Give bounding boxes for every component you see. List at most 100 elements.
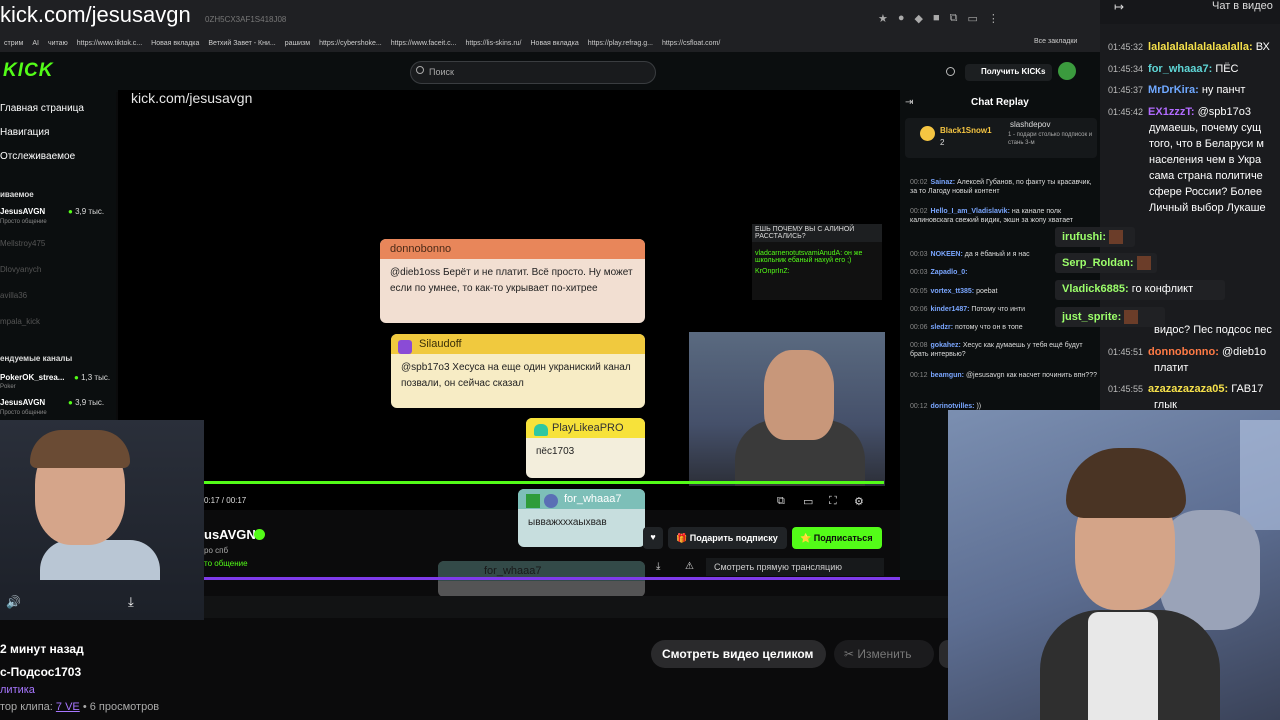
bookmark-item[interactable]: https://lis-skins.ru/: [465, 40, 521, 47]
bookmark-item[interactable]: AI: [32, 40, 39, 47]
notification-icon[interactable]: [946, 67, 955, 76]
extension-icon[interactable]: ■: [933, 12, 940, 25]
get-kicks-button[interactable]: Получить KICKs: [965, 64, 1052, 81]
message-user[interactable]: kinder1487:: [931, 306, 970, 313]
follow-heart-button[interactable]: ♥: [643, 527, 663, 549]
theater-icon[interactable]: ▭: [803, 495, 813, 508]
background-light: [1240, 420, 1280, 530]
kick-logo[interactable]: KICK: [3, 60, 53, 82]
channel-category: Poker: [0, 384, 16, 390]
message-user[interactable]: irufushi:: [1062, 231, 1106, 243]
sidebar-item-browse[interactable]: Навигация: [0, 127, 49, 138]
message-user[interactable]: MrDrKira:: [1148, 84, 1199, 96]
video-chat-message: 01:45:37 MrDrKira: ну панчт: [1108, 82, 1245, 98]
message-user[interactable]: lalalalalalalalaalalla:: [1148, 41, 1253, 53]
watch-full-button[interactable]: Смотреть видео целиком: [651, 640, 826, 668]
message-user: Silaudoff: [391, 334, 645, 354]
sidebar-channel[interactable]: Dlovyanych: [0, 265, 41, 274]
extension-icon[interactable]: ◆: [915, 12, 923, 25]
message-user[interactable]: EX1zzzT:: [1148, 106, 1194, 118]
message-user[interactable]: Hello_I_am_Vladislavik:: [931, 208, 1010, 215]
message-user[interactable]: Sainaz:: [931, 179, 956, 186]
message-user[interactable]: NOKEEN:: [931, 251, 963, 258]
extension-icon[interactable]: ●: [898, 12, 905, 25]
bookmark-item[interactable]: https://play.refrag.g...: [588, 40, 653, 47]
message-text: платит: [1154, 362, 1189, 374]
message-user[interactable]: just_sprite:: [1062, 311, 1121, 323]
bookmark-item[interactable]: Новая вкладка: [531, 40, 579, 47]
pip-icon[interactable]: ⧉: [777, 495, 785, 508]
bookmark-item[interactable]: рашизм: [285, 40, 310, 47]
message-user[interactable]: donnobonno:: [1148, 346, 1219, 358]
bookmark-item[interactable]: https://csfloat.com/: [662, 40, 720, 47]
bookmark-item[interactable]: стрим: [4, 40, 23, 47]
message-user[interactable]: azazazazaza05:: [1148, 383, 1228, 395]
settings-icon[interactable]: ⚙: [854, 495, 864, 508]
bookmark-item[interactable]: https://www.tiktok.c...: [77, 40, 142, 47]
emote-icon: [1136, 256, 1151, 270]
sidebar-channel[interactable]: mpala_kick: [0, 317, 40, 326]
subscribe-button[interactable]: ⭐ Подписаться: [792, 527, 882, 549]
collapse-icon[interactable]: ↦: [1114, 0, 1124, 14]
watch-live-button[interactable]: Смотреть прямую трансляцию: [706, 558, 884, 576]
bookmark-item[interactable]: Новая вкладка: [151, 40, 199, 47]
message-text: ГАВ17: [1231, 383, 1264, 395]
message-user[interactable]: dorinotvilles:: [931, 403, 975, 410]
download-icon[interactable]: ⤓: [656, 561, 660, 572]
clip-category[interactable]: литика: [0, 684, 35, 696]
message-text: ПЁС: [1215, 63, 1239, 75]
message-text: го конфликт: [1131, 283, 1194, 295]
channel-name[interactable]: usAVGN: [204, 527, 256, 542]
mini-chat-line: ЕШЬ ПОЧЕМУ ВЫ С АЛИНОЙ РАССТАЛИСЬ?: [752, 224, 882, 242]
menu-icon[interactable]: ⋮: [988, 12, 999, 25]
puzzle-icon[interactable]: ⧉: [950, 12, 958, 25]
address-bar[interactable]: 0ZH5CX3AF1S418J08: [205, 15, 286, 24]
edit-button[interactable]: ✂ Изменить: [834, 640, 934, 668]
message-time: 00:08: [910, 342, 928, 349]
window-icon[interactable]: ▭: [968, 12, 978, 25]
stream-category[interactable]: то общение: [204, 559, 248, 568]
sidebar-channel[interactable]: Mellstroy475: [0, 239, 45, 248]
video-progress-bar[interactable]: [204, 481, 884, 484]
bookmark-item[interactable]: читаю: [48, 40, 68, 47]
avatar: [544, 494, 558, 508]
bookmark-item[interactable]: https://www.faceit.c...: [391, 40, 457, 47]
message-user[interactable]: sledzr:: [931, 324, 954, 331]
video-chat-message-cont: Личный выбор Лукаше: [1149, 202, 1266, 214]
message-text: потому что он в топе: [955, 324, 1023, 331]
more-button[interactable]: [939, 640, 948, 668]
sidebar-channel[interactable]: PokerOK_strea...: [0, 373, 64, 382]
author-link[interactable]: 7 VE: [56, 701, 80, 713]
message-user[interactable]: Zapadlo_0:: [931, 269, 968, 276]
bookmarks-all[interactable]: Все закладки: [1034, 38, 1077, 45]
browser-toolbar: ★ ● ◆ ■ ⧉ ▭ ⋮: [878, 12, 999, 25]
sidebar-channel[interactable]: JesusAVGN: [0, 398, 45, 407]
bookmark-item[interactable]: Ветхий Завет - Кни...: [208, 40, 275, 47]
bookmark-item[interactable]: https://cybershoke...: [319, 40, 382, 47]
avatar[interactable]: [1058, 62, 1076, 80]
report-icon[interactable]: ⚠: [685, 561, 694, 572]
sidebar-channel[interactable]: avilla36: [0, 291, 27, 300]
message-user[interactable]: vortex_tt385:: [931, 288, 975, 295]
video-chat-message: платит: [1149, 360, 1188, 376]
gift-sub-button[interactable]: 🎁 Подарить подписку: [668, 527, 787, 549]
fullscreen-icon[interactable]: ⛶: [829, 495, 837, 508]
clip-time-ago: 2 минут назад: [0, 642, 84, 656]
message-user[interactable]: Serp_Roldan:: [1062, 257, 1134, 269]
highlight-message: Vladick6885: го конфликт: [1055, 280, 1225, 300]
chat-replay-message: 00:02 Hello_I_am_Vladislavik: на канале п…: [910, 207, 1098, 225]
volume-icon[interactable]: 🔊: [6, 595, 21, 609]
message-user[interactable]: beamgun:: [931, 372, 964, 379]
message-user[interactable]: Vladick6885:: [1062, 283, 1129, 295]
highlight-message: irufushi:: [1055, 227, 1135, 247]
collapse-icon[interactable]: ⇥: [905, 97, 913, 108]
sidebar-item-following[interactable]: Отслеживаемое: [0, 151, 75, 162]
sidebar-channel[interactable]: JesusAVGN: [0, 207, 45, 216]
message-user[interactable]: for_whaaa7:: [1148, 63, 1212, 75]
message-text: @jesusavgn как насчет починить впн???: [965, 372, 1097, 379]
download-icon[interactable]: ⤓: [128, 594, 134, 610]
star-icon[interactable]: ★: [878, 12, 888, 25]
search-input[interactable]: Поиск: [410, 61, 656, 84]
message-user[interactable]: gokahez:: [931, 342, 961, 349]
sidebar-item-home[interactable]: Главная страница: [0, 103, 84, 114]
